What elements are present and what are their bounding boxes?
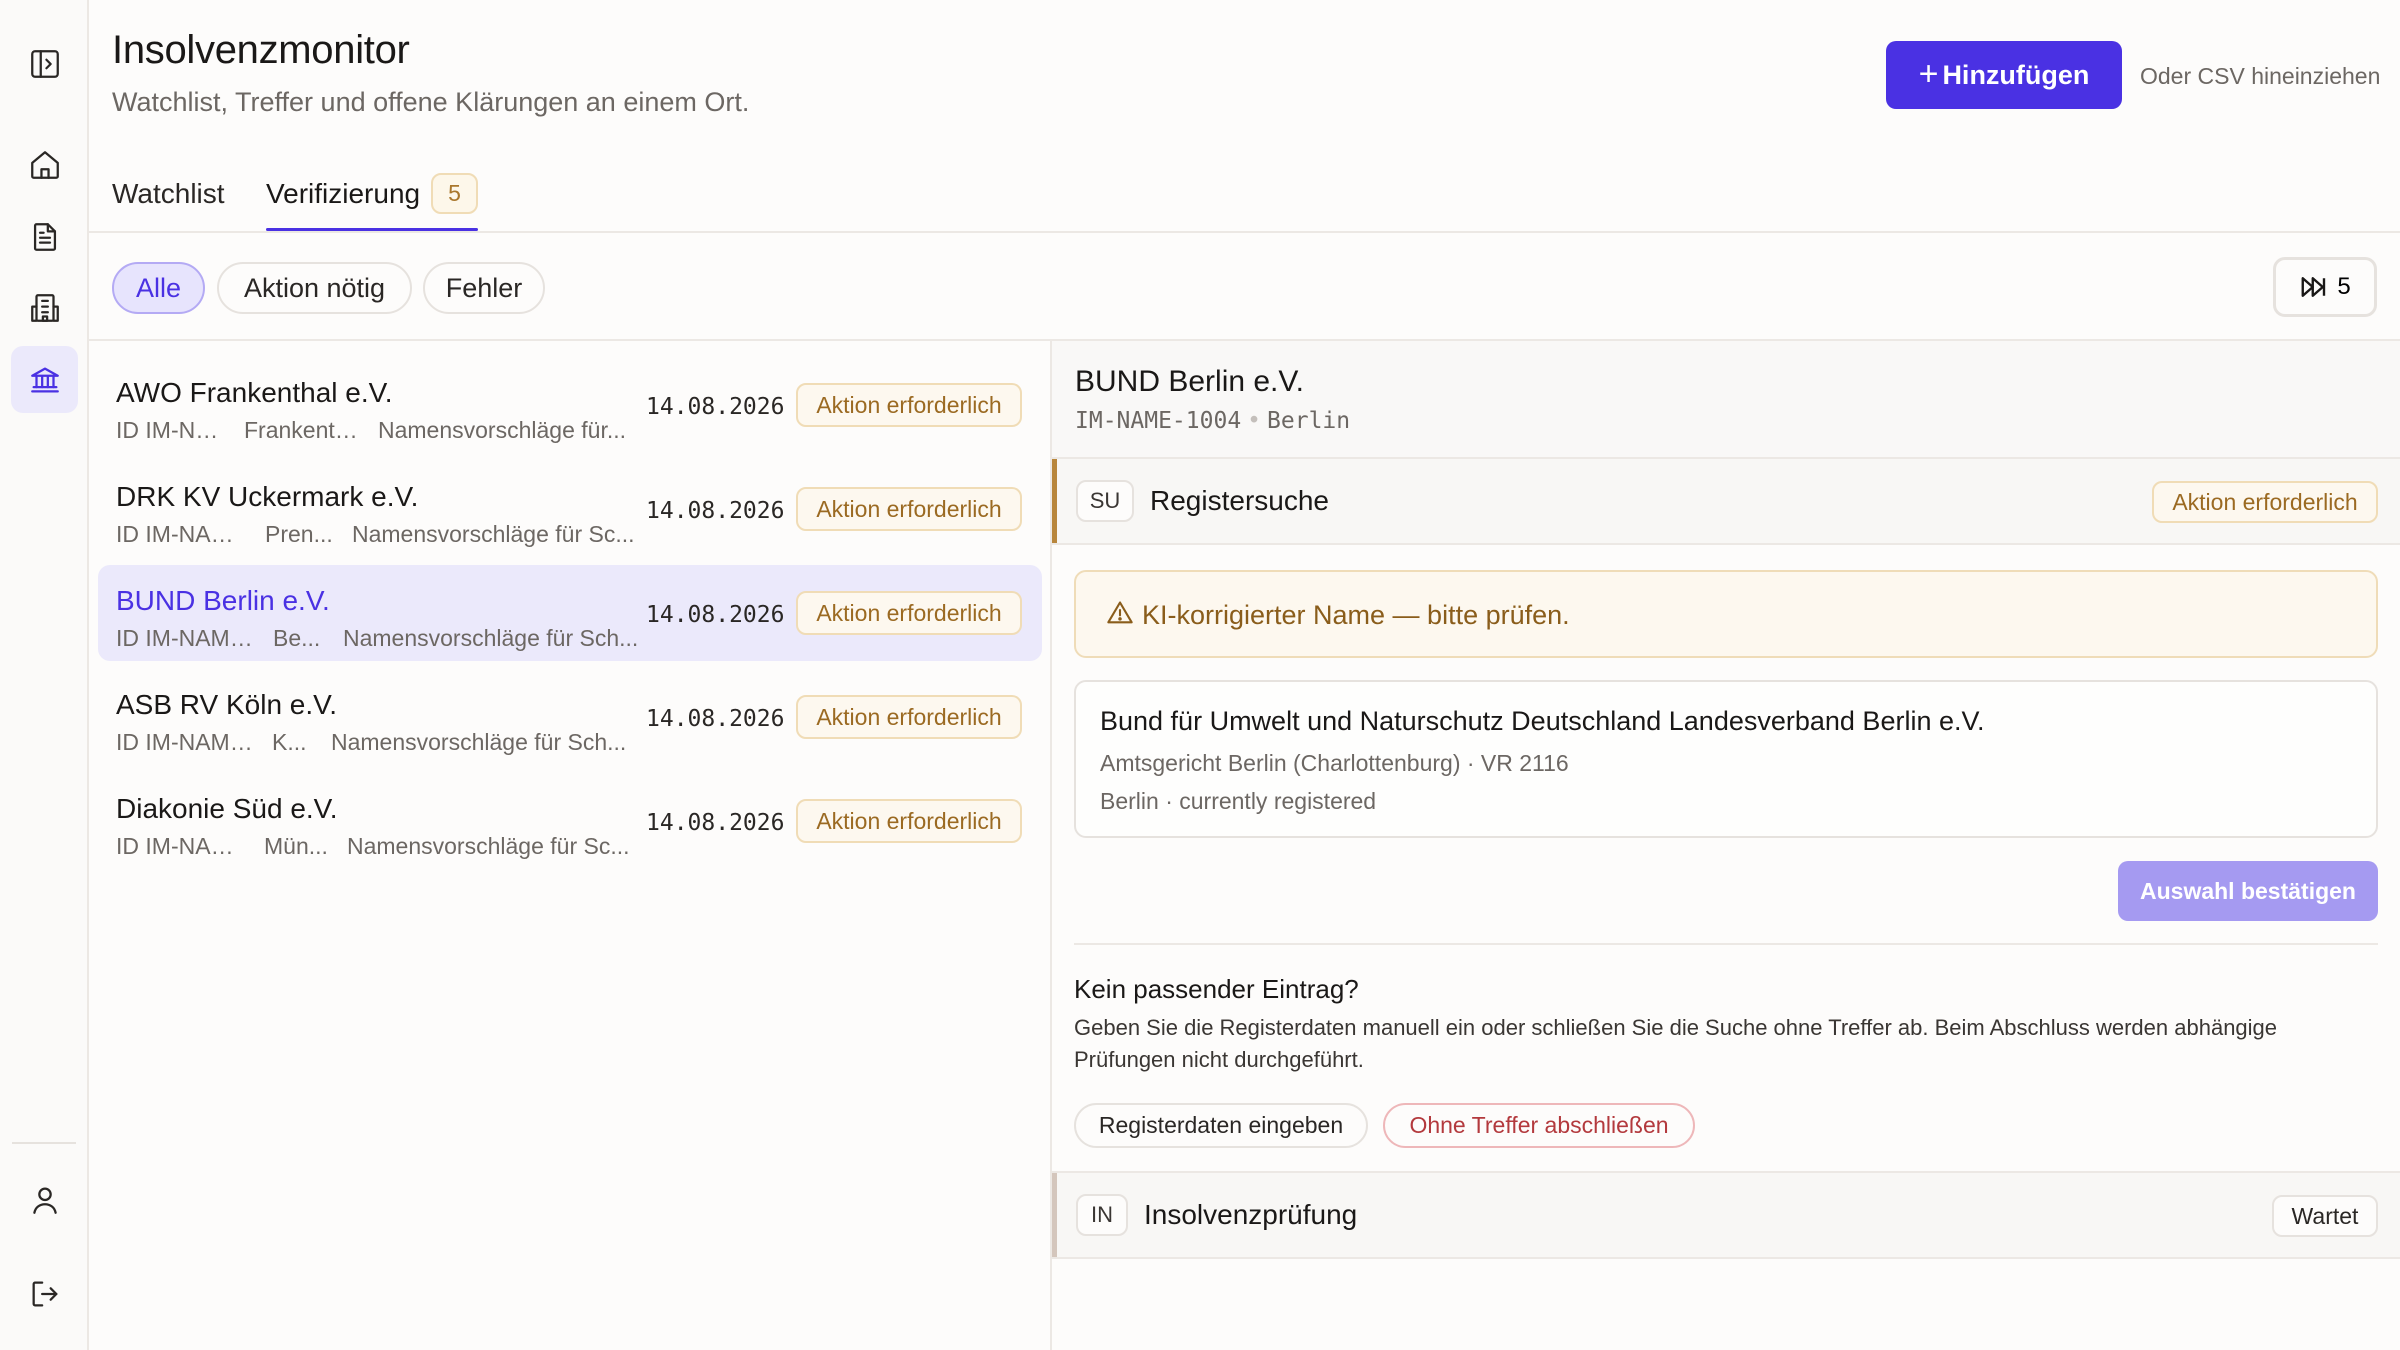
row-city: Be... <box>273 625 321 651</box>
header-divider <box>89 231 2400 233</box>
detail-city: Berlin <box>1267 408 1351 434</box>
skip-count: 5 <box>2337 273 2351 300</box>
warning-text: KI-korrigierter Name — bitte prüfen. <box>1142 600 1570 630</box>
filter-chip-alle[interactable]: Alle <box>112 262 205 314</box>
step-status-badge: Aktion erforderlich <box>2152 481 2378 523</box>
list-item[interactable]: AWO Frankenthal e.V. ID IM-NA... Franken… <box>98 357 1042 453</box>
row-city: K... <box>272 729 307 755</box>
page-subtitle: Watchlist, Treffer und offene Klärungen … <box>112 87 750 117</box>
list-item-selected[interactable]: BUND Berlin e.V. ID IM-NAME... Be... Nam… <box>98 565 1042 661</box>
no-match-title: Kein passender Eintrag? <box>1074 974 1359 1004</box>
row-id: ID IM-NAM... <box>116 833 244 859</box>
row-name: AWO Frankenthal e.V. <box>116 377 393 408</box>
step-insolvenzpruefung[interactable]: IN Insolvenzprüfung Wartet <box>1052 1171 2400 1259</box>
rail-buildings-button[interactable] <box>11 274 78 341</box>
status-badge: Aktion erforderlich <box>796 799 1022 843</box>
detail-header <box>1052 341 2400 457</box>
confirm-selection-button[interactable]: Auswahl bestätigen <box>2118 861 2378 921</box>
candidate-court: Amtsgericht Berlin (Charlottenburg) · VR… <box>1100 750 1569 776</box>
separator-dot: • <box>1247 408 1262 434</box>
row-id: ID IM-NAM... <box>116 521 244 547</box>
row-name: DRK KV Uckermark e.V. <box>116 481 419 512</box>
step-title: Insolvenzprüfung <box>1144 1199 1358 1230</box>
rail-divider <box>12 1142 76 1144</box>
logout-icon <box>32 1281 57 1306</box>
section-divider <box>1074 943 2378 945</box>
detail-meta: IM-NAME-1004 • Berlin <box>1075 408 1350 434</box>
document-icon <box>33 222 56 251</box>
filter-chip-fehler[interactable]: Fehler <box>423 262 545 314</box>
step-status-bar <box>1052 1173 1057 1257</box>
rail-documents-button[interactable] <box>11 203 78 270</box>
row-city: Pren... <box>265 521 333 547</box>
rail-bank-button[interactable] <box>11 346 78 413</box>
row-note: Namensvorschläge für... <box>378 417 627 443</box>
tab-verifizierung-count: 5 <box>431 173 478 214</box>
add-button[interactable]: + Hinzufügen <box>1886 41 2122 109</box>
skip-queue-button[interactable]: 5 <box>2273 257 2377 317</box>
rail-account-button[interactable] <box>11 1166 78 1233</box>
fast-forward-icon <box>2301 277 2326 297</box>
row-name: ASB RV Köln e.V. <box>116 689 338 720</box>
row-name: Diakonie Süd e.V. <box>116 793 338 824</box>
sidebar-toggle-icon <box>30 49 59 78</box>
status-badge: Aktion erforderlich <box>796 591 1022 635</box>
row-id: ID IM-NA... <box>116 417 228 443</box>
bank-icon <box>30 367 59 392</box>
row-date: 14.08.2026 <box>646 498 785 524</box>
page-title: Insolvenzmonitor <box>112 28 410 72</box>
row-name: BUND Berlin e.V. <box>116 585 330 616</box>
row-note: Namensvorschläge für Sch... <box>343 625 639 651</box>
row-city: Frankenth... <box>244 417 364 443</box>
row-city: Mün... <box>264 833 328 859</box>
step-status-badge: Wartet <box>2272 1195 2378 1237</box>
tab-verifizierung[interactable]: Verifizierung <box>266 178 420 210</box>
status-badge: Aktion erforderlich <box>796 487 1022 531</box>
row-note: Namensvorschläge für Sc... <box>352 521 635 547</box>
row-date: 14.08.2026 <box>646 810 785 836</box>
step-code: IN <box>1076 1194 1128 1236</box>
candidate-location: Berlin · currently registered <box>1100 788 1377 814</box>
step-status-bar <box>1052 459 1057 543</box>
row-note: Namensvorschläge für Sch... <box>331 729 627 755</box>
list-item[interactable]: Diakonie Süd e.V. ID IM-NAM... Mün... Na… <box>98 773 1042 869</box>
row-note: Namensvorschläge für Sc... <box>347 833 630 859</box>
ai-name-warning: KI-korrigierter Name — bitte prüfen. <box>1074 570 2378 658</box>
enter-register-data-button[interactable]: Registerdaten eingeben <box>1074 1103 1368 1148</box>
step-code: SU <box>1076 480 1134 522</box>
app-rail <box>0 0 89 1350</box>
list-item[interactable]: ASB RV Köln e.V. ID IM-NAME... K... Name… <box>98 669 1042 765</box>
row-id: ID IM-NAME... <box>116 729 256 755</box>
rail-logout-button[interactable] <box>11 1260 78 1327</box>
home-icon <box>30 150 59 179</box>
close-without-match-button[interactable]: Ohne Treffer abschließen <box>1383 1103 1695 1148</box>
register-candidate-card[interactable]: Bund für Umwelt und Naturschutz Deutschl… <box>1074 680 2378 838</box>
rail-home-button[interactable] <box>11 131 78 198</box>
building-icon <box>30 293 59 322</box>
status-badge: Aktion erforderlich <box>796 695 1022 739</box>
list-item[interactable]: DRK KV Uckermark e.V. ID IM-NAM... Pren.… <box>98 461 1042 557</box>
tab-watchlist[interactable]: Watchlist <box>112 178 225 210</box>
candidate-name: Bund für Umwelt und Naturschutz Deutschl… <box>1100 706 1985 736</box>
row-date: 14.08.2026 <box>646 602 785 628</box>
status-badge: Aktion erforderlich <box>796 383 1022 427</box>
filter-chip-aktion-noetig[interactable]: Aktion nötig <box>217 262 412 314</box>
no-match-text: Geben Sie die Registerdaten manuell ein … <box>1074 1015 2278 1072</box>
sidebar-toggle-button[interactable] <box>11 30 78 97</box>
step-title: Registersuche <box>1150 485 1329 516</box>
verification-list: AWO Frankenthal e.V. ID IM-NA... Franken… <box>89 341 1051 1350</box>
warning-icon <box>1107 601 1133 624</box>
row-date: 14.08.2026 <box>646 394 785 420</box>
csv-drop-hint[interactable]: Oder CSV hineinziehen <box>2140 63 2380 90</box>
user-icon <box>32 1187 57 1214</box>
row-id: ID IM-NAME... <box>116 625 256 651</box>
add-button-label: Hinzufügen <box>1942 59 2090 90</box>
detail-title: BUND Berlin e.V. <box>1075 365 1304 398</box>
step-registersuche[interactable]: SU Registersuche Aktion erforderlich <box>1052 457 2400 545</box>
detail-id: IM-NAME-1004 <box>1075 408 1242 434</box>
plus-icon: + <box>1918 54 1939 93</box>
row-date: 14.08.2026 <box>646 706 785 732</box>
